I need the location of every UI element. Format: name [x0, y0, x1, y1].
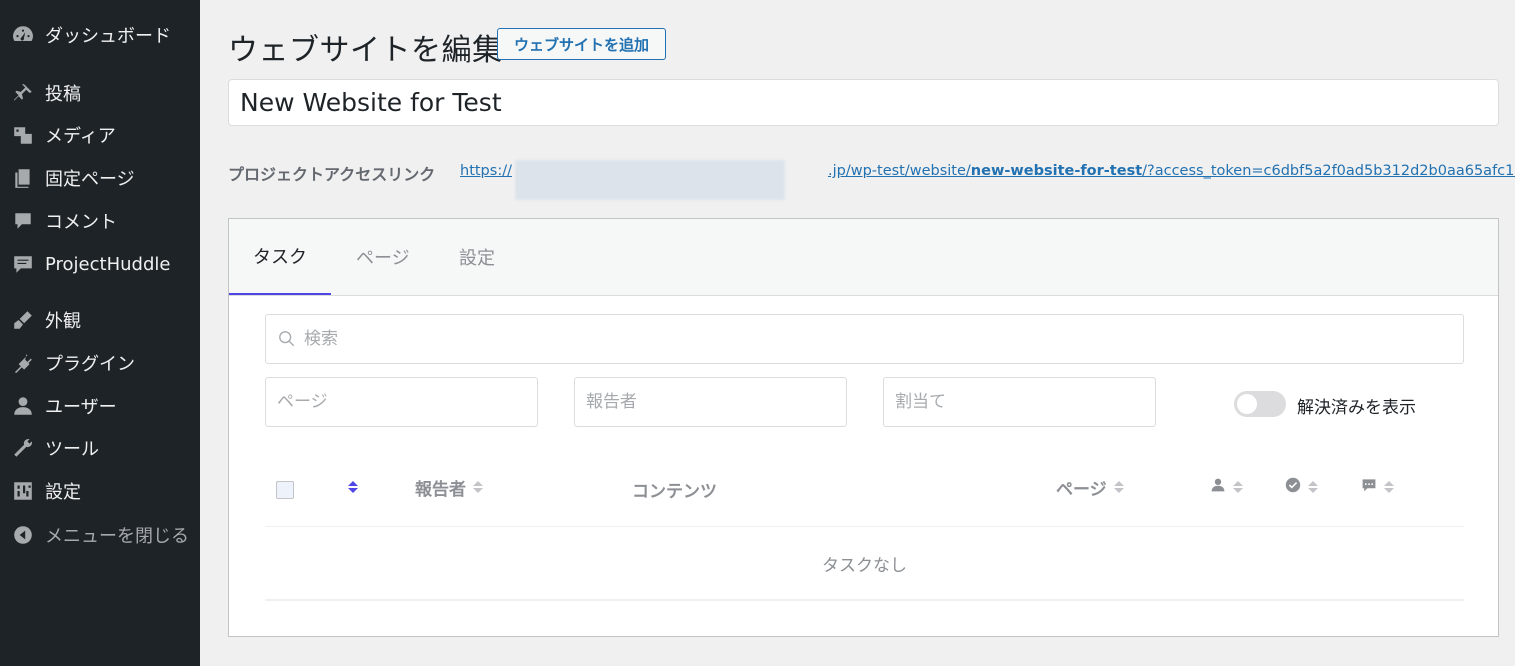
sort-icon: [1307, 479, 1319, 495]
show-resolved-label: 解決済みを表示: [1297, 398, 1416, 418]
sort-icon: [1383, 479, 1395, 495]
task-table-header: 報告者 コンテンツ ページ: [265, 467, 1464, 527]
sidebar-item-pages[interactable]: 固定ページ: [0, 161, 200, 195]
add-website-button[interactable]: ウェブサイトを追加: [497, 28, 666, 60]
sidebar-item-appearance[interactable]: 外観: [0, 303, 200, 337]
sidebar-item-label: 外観: [45, 311, 81, 332]
pin-icon: [11, 81, 35, 105]
media-icon: [11, 123, 35, 147]
column-comments[interactable]: [1361, 467, 1395, 507]
pages-icon: [11, 166, 35, 190]
tasks-panel: タスク ページ 設定 解決済みを表示 報告者 コンテンツ ページ: [228, 218, 1499, 637]
collapse-icon: [11, 523, 35, 547]
search-input[interactable]: [304, 329, 1404, 349]
sidebar-item-label: 固定ページ: [45, 169, 135, 190]
comment-icon: [11, 209, 35, 233]
sidebar-item-users[interactable]: ユーザー: [0, 389, 200, 423]
sidebar-item-posts[interactable]: 投稿: [0, 76, 200, 110]
toggle-knob: [1237, 394, 1257, 414]
person-icon: [1210, 477, 1226, 498]
tab-pages[interactable]: ページ: [356, 219, 410, 295]
sidebar-item-label: ツール: [45, 439, 99, 460]
page-title: ウェブサイトを編集: [228, 33, 503, 68]
sort-icon: [472, 479, 484, 495]
tab-tasks[interactable]: タスク: [229, 219, 331, 295]
appearance-icon: [11, 308, 35, 332]
sidebar-item-label: 設定: [45, 482, 81, 503]
project-access-link-label: プロジェクトアクセスリンク: [228, 165, 436, 184]
admin-sidebar: ダッシュボード 投稿 メディア 固定ページ コメント ProjectHuddle…: [0, 0, 200, 666]
wrench-icon: [11, 436, 35, 460]
plugin-icon: [11, 351, 35, 375]
column-resolved[interactable]: [1285, 467, 1319, 507]
tab-settings[interactable]: 設定: [459, 219, 495, 295]
sidebar-item-label: ProjectHuddle: [45, 253, 171, 275]
assignee-filter[interactable]: [883, 377, 1156, 427]
feedback-icon: [11, 252, 35, 276]
reporter-filter[interactable]: [574, 377, 847, 427]
sidebar-item-label: 投稿: [45, 84, 81, 105]
task-search[interactable]: [265, 314, 1464, 364]
column-content: コンテンツ: [632, 481, 717, 502]
column-reporter[interactable]: 報告者: [415, 467, 484, 507]
sidebar-item-dashboard[interactable]: ダッシュボード: [0, 18, 200, 52]
sort-icon: [1232, 479, 1244, 495]
select-all-checkbox[interactable]: [276, 481, 294, 499]
sidebar-item-projecthuddle[interactable]: ProjectHuddle: [0, 247, 200, 281]
settings-icon: [11, 479, 35, 503]
sidebar-item-label: メニューを閉じる: [45, 526, 189, 547]
sidebar-item-label: コメント: [45, 212, 117, 233]
empty-tasks-message: タスクなし: [265, 527, 1464, 601]
search-icon: [279, 331, 295, 347]
user-icon: [11, 394, 35, 418]
sidebar-item-settings[interactable]: 設定: [0, 474, 200, 508]
page-filter[interactable]: [265, 377, 538, 427]
sidebar-item-label: ダッシュボード: [45, 26, 171, 47]
sidebar-item-label: ユーザー: [45, 397, 117, 418]
show-resolved-toggle[interactable]: [1234, 391, 1286, 417]
comment-icon: [1361, 477, 1377, 498]
sidebar-collapse-menu[interactable]: メニューを閉じる: [0, 518, 200, 552]
check-circle-icon: [1285, 477, 1301, 498]
sidebar-item-label: プラグイン: [45, 354, 135, 375]
column-assignee[interactable]: [1210, 467, 1244, 507]
website-title-input[interactable]: [228, 79, 1499, 126]
sidebar-item-tools[interactable]: ツール: [0, 431, 200, 465]
sort-status-column[interactable]: [341, 467, 359, 507]
sidebar-item-comments[interactable]: コメント: [0, 204, 200, 238]
column-page[interactable]: ページ: [1056, 467, 1125, 507]
sidebar-item-plugins[interactable]: プラグイン: [0, 346, 200, 380]
sort-icon: [1113, 479, 1125, 495]
tab-bar: タスク ページ 設定: [229, 219, 1498, 296]
redacted-domain: [515, 160, 785, 200]
sidebar-item-label: メディア: [45, 126, 116, 147]
dashboard-icon: [11, 23, 35, 47]
sidebar-item-media[interactable]: メディア: [0, 118, 200, 152]
sort-active-icon: [347, 479, 359, 495]
